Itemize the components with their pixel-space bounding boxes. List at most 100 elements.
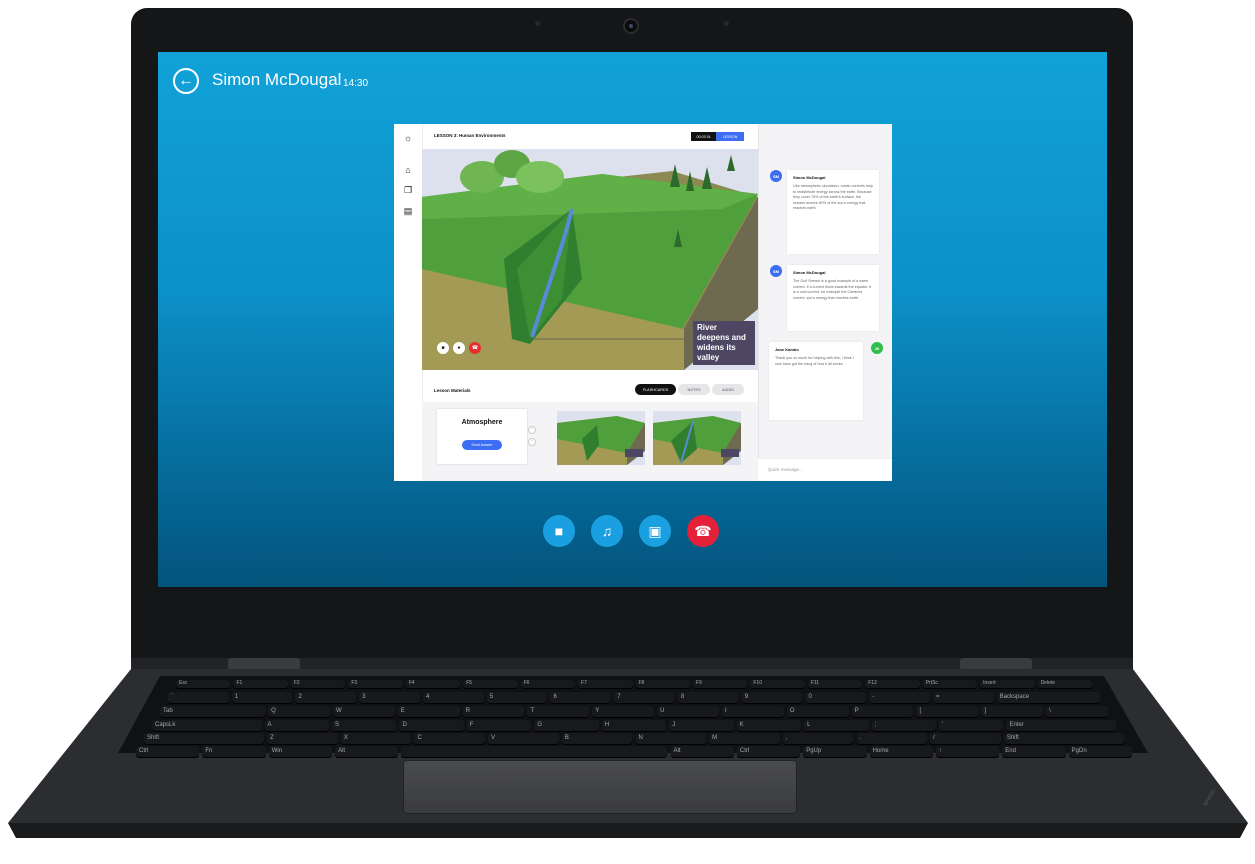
key-label: = — [935, 694, 940, 700]
touchpad[interactable] — [403, 760, 797, 814]
keyboard-key[interactable]: F7 — [578, 680, 633, 688]
keyboard-key[interactable]: G — [534, 720, 599, 731]
keyboard-key[interactable]: F9 — [692, 680, 748, 688]
keyboard-key[interactable]: Esc — [176, 680, 231, 688]
keyboard-key[interactable]: Tab — [160, 706, 266, 717]
keyboard-key[interactable]: Home — [869, 746, 933, 757]
keyboard-key[interactable]: W — [332, 706, 395, 717]
keyboard-key[interactable]: Alt — [335, 746, 399, 757]
keyboard-key[interactable]: ' — [939, 720, 1004, 731]
keyboard-key[interactable]: / — [930, 733, 1001, 744]
keyboard-key[interactable]: 8 — [677, 692, 739, 703]
key-label: PrtSc — [925, 680, 938, 686]
keyboard-key[interactable]: K — [736, 720, 802, 731]
keyboard-key[interactable]: \ — [1046, 706, 1108, 717]
keyboard-key[interactable]: Insert — [980, 680, 1035, 688]
keyboard-key[interactable]: ; — [871, 720, 936, 731]
keyboard-key[interactable]: 6 — [550, 692, 612, 703]
keyboard-key[interactable]: D — [399, 720, 464, 731]
keyboard-key[interactable]: A — [264, 720, 329, 731]
svg-text:lenovo: lenovo — [1203, 788, 1217, 807]
keyboard-key[interactable]: M — [709, 733, 780, 744]
keyboard-key[interactable]: Backspace — [996, 692, 1100, 703]
keyboard-key[interactable]: T — [527, 706, 590, 717]
key-label: F7 — [581, 680, 587, 686]
keyboard-key[interactable]: F3 — [348, 680, 403, 688]
keyboard-key[interactable]: J — [669, 720, 734, 731]
keyboard-key[interactable]: N — [635, 733, 707, 744]
keyboard-key[interactable]: F6 — [520, 680, 576, 688]
key-label: 4 — [425, 694, 430, 700]
keyboard-key[interactable]: F8 — [635, 680, 690, 688]
keyboard-key[interactable]: I — [721, 706, 784, 717]
keyboard-key[interactable]: ] — [981, 706, 1044, 717]
keyboard-key[interactable]: U — [657, 706, 719, 717]
keyboard-key[interactable]: PrtSc — [922, 680, 978, 688]
keyboard-key[interactable]: Shift — [144, 733, 265, 744]
keyboard-key[interactable]: Shift — [1003, 733, 1124, 744]
keyboard-key[interactable]: . — [856, 733, 928, 744]
keyboard-key[interactable]: 7 — [614, 692, 675, 703]
keyboard-key[interactable]: Enter — [1006, 720, 1116, 731]
keyboard-key[interactable]: - — [869, 692, 930, 703]
key-label: T — [530, 708, 535, 714]
keyboard-key[interactable]: Ctrl — [736, 746, 801, 757]
keyboard-key[interactable]: End — [1002, 746, 1066, 757]
keyboard-key[interactable]: 3 — [359, 692, 420, 703]
keyboard-key[interactable]: F5 — [463, 680, 518, 688]
keyboard-key[interactable]: F10 — [750, 680, 805, 688]
keyboard-key[interactable]: 5 — [486, 692, 548, 703]
keyboard-key[interactable]: F2 — [290, 680, 346, 688]
spacebar-key[interactable] — [401, 746, 668, 757]
keyboard-key[interactable]: = — [932, 692, 994, 703]
keyboard-key[interactable]: R — [462, 706, 525, 717]
keyboard-key[interactable]: Ctrl — [136, 746, 200, 757]
keyboard-key[interactable]: 0 — [805, 692, 867, 703]
key-label: Enter — [1009, 722, 1024, 728]
keyboard-key[interactable]: 4 — [422, 692, 484, 703]
keyboard-key[interactable]: S — [332, 720, 397, 731]
keyboard-key[interactable]: F12 — [865, 680, 920, 688]
keyboard-key[interactable]: 9 — [741, 692, 803, 703]
keyboard-key[interactable]: PgDn — [1068, 746, 1132, 757]
keyboard-key[interactable]: [ — [916, 706, 979, 717]
keyboard-key[interactable]: ` — [168, 692, 229, 703]
key-label: Insert — [983, 680, 996, 686]
keyboard-key[interactable]: O — [786, 706, 849, 717]
keyboard-key[interactable]: 1 — [231, 692, 293, 703]
keyboard-key[interactable]: C — [414, 733, 486, 744]
keyboard-key[interactable]: Fn — [202, 746, 266, 757]
keyboard-key[interactable]: Alt — [670, 746, 734, 757]
key-label: PgDn — [1071, 748, 1087, 754]
keyboard-key[interactable]: F1 — [233, 680, 288, 688]
keyboard-key[interactable]: , — [782, 733, 854, 744]
keyboard-key[interactable]: P — [851, 706, 914, 717]
keyboard-key[interactable]: 2 — [295, 692, 357, 703]
key-label: N — [638, 735, 643, 741]
keyboard-key[interactable]: F — [466, 720, 532, 731]
keyboard-key[interactable]: ↑ — [935, 746, 1000, 757]
keyboard-key[interactable]: Y — [592, 706, 655, 717]
keyboard-key[interactable]: Win — [268, 746, 333, 757]
keyboard-key[interactable]: PgUp — [803, 746, 867, 757]
key-label: S — [335, 722, 340, 728]
keyboard-key[interactable]: F11 — [807, 680, 863, 688]
keyboard-key[interactable]: L — [804, 720, 869, 731]
key-label: P — [854, 708, 859, 714]
keyboard-key[interactable]: V — [488, 733, 559, 744]
key-label: L — [807, 722, 811, 728]
keyboard-key[interactable]: CapsLk — [152, 720, 262, 731]
key-label: - — [872, 694, 875, 700]
keyboard-key[interactable]: E — [397, 706, 460, 717]
keyboard-key[interactable]: F4 — [405, 680, 461, 688]
keyboard-key[interactable]: B — [561, 733, 633, 744]
key-label: F4 — [408, 680, 415, 686]
key-label: O — [789, 708, 795, 714]
keyboard-key[interactable]: H — [601, 720, 667, 731]
keyboard-key[interactable]: Q — [268, 706, 330, 717]
key-label: 0 — [808, 694, 812, 700]
keyboard-key[interactable]: Delete — [1037, 680, 1092, 688]
keyboard-key[interactable]: X — [340, 733, 412, 744]
key-label: ' — [942, 722, 944, 728]
keyboard-key[interactable]: Z — [267, 733, 338, 744]
